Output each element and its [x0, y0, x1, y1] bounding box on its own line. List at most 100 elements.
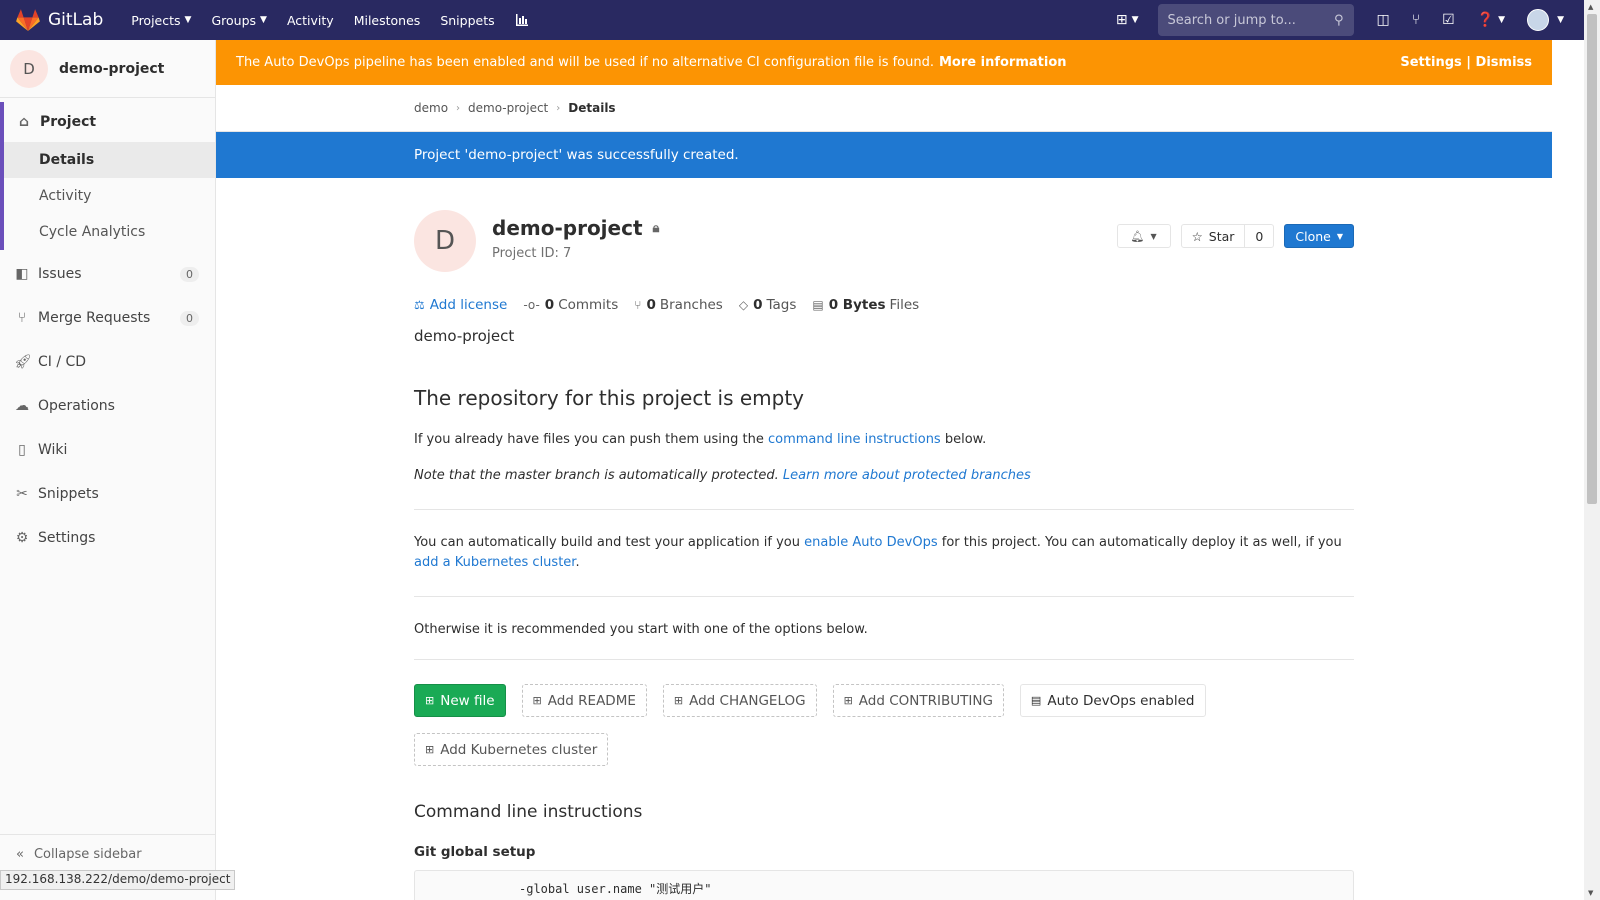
add-readme-button[interactable]: ⊞ Add README — [521, 684, 647, 717]
chevron-right-icon: › — [456, 102, 461, 114]
push-text-1: If you already have files you can push t… — [414, 432, 764, 447]
sidebar-subitem-activity[interactable]: Activity — [4, 178, 215, 214]
auto-devops-label: Auto DevOps enabled — [1047, 692, 1195, 709]
scroll-up-arrow-icon[interactable]: ▲ — [1588, 3, 1593, 11]
project-title: demo-project 🔒︎ — [492, 216, 659, 240]
project-actions: 🔔︎ ▼ ☆ Star 0 Clone ▼ — [1116, 224, 1354, 248]
sidebar-item-merge-requests[interactable]: ⑂ Merge Requests 0 — [0, 296, 215, 340]
sidebar-project-name: demo-project — [59, 60, 165, 77]
protected-branches-link[interactable]: Learn more about protected branches — [783, 468, 1031, 483]
commit-icon: -o- — [523, 298, 540, 312]
tag-icon: ◇ — [738, 298, 749, 312]
breadcrumb-current[interactable]: Details — [568, 101, 615, 115]
sidebar-item-wiki[interactable]: ▯ Wiki — [0, 428, 215, 472]
plus-square-icon: ⊞ — [1115, 12, 1128, 28]
add-contributing-label: Add CONTRIBUTING — [858, 692, 993, 709]
sidebar-item-label: Issues — [38, 266, 82, 282]
more-information-link[interactable]: More information — [939, 55, 1067, 70]
page-scrollbar[interactable]: ▲ ▼ — [1584, 0, 1600, 900]
book-icon: ▯ — [18, 442, 26, 458]
chevron-down-icon: ▼ — [1131, 15, 1139, 25]
nav-activity[interactable]: Activity — [287, 13, 334, 28]
help-dropdown-button[interactable]: ❓ ▼ — [1477, 12, 1505, 28]
avatar — [1527, 9, 1550, 31]
add-changelog-button[interactable]: ⊞ Add CHANGELOG — [662, 684, 817, 717]
add-readme-label: Add README — [547, 692, 636, 709]
brand-name: GitLab — [48, 10, 104, 30]
merge-requests-nav-button[interactable]: ⑂ — [1412, 12, 1420, 28]
project-header: D demo-project 🔒︎ Project ID: 7 🔔︎ ▼ ☆ S… — [414, 210, 1354, 290]
file-icon: ▤ — [1030, 694, 1042, 707]
breadcrumb-item-demo[interactable]: demo — [414, 101, 448, 115]
tags-count: 0 — [753, 297, 763, 313]
nav-snippets[interactable]: Snippets — [440, 13, 494, 28]
commits-stat[interactable]: -o- 0 Commits — [523, 297, 618, 313]
project-name: demo-project — [492, 216, 643, 240]
plus-square-icon: ⊞ — [673, 694, 684, 707]
user-menu-button[interactable]: ▼ — [1527, 9, 1564, 31]
alert-actions[interactable]: Settings | Dismiss — [1400, 55, 1532, 70]
add-license-link[interactable]: ⚖ Add license — [414, 297, 507, 313]
protected-branch-note: Note that the master branch is automatic… — [414, 466, 1354, 486]
scroll-thumb[interactable] — [1587, 14, 1597, 504]
issues-nav-button[interactable]: ◫ — [1377, 12, 1390, 28]
nav-admin[interactable] — [515, 13, 529, 27]
tags-stat[interactable]: ◇ 0 Tags — [739, 297, 797, 313]
sidebar-item-label: Project — [40, 114, 97, 130]
add-kubernetes-cluster-link[interactable]: add a Kubernetes cluster — [414, 555, 575, 570]
sidebar-item-label: CI / CD — [38, 354, 87, 370]
collapse-sidebar-button[interactable]: « Collapse sidebar — [0, 834, 215, 874]
sidebar-item-operations[interactable]: ☁ Operations — [0, 384, 215, 428]
chevron-down-icon: ▼ — [1150, 231, 1157, 241]
devops-text-1: You can automatically build and test you… — [414, 535, 800, 550]
divider — [414, 509, 1354, 510]
options-text: Otherwise it is recommended you start wi… — [414, 622, 868, 637]
star-button[interactable]: ☆ Star — [1180, 224, 1246, 248]
scroll-down-arrow-icon[interactable]: ▼ — [1588, 889, 1593, 897]
sidebar-item-project[interactable]: ⌂ Project — [4, 102, 215, 142]
breadcrumb: demo › demo-project › Details — [216, 85, 1552, 132]
sidebar-item-ci-cd[interactable]: 🚀︎ CI / CD — [0, 340, 215, 384]
sidebar-project-header[interactable]: D demo-project — [0, 40, 215, 98]
scissors-icon: ✂ — [16, 486, 28, 502]
sidebar-item-issues[interactable]: ◧ Issues 0 — [0, 252, 215, 296]
files-stat[interactable]: ▤ 0 Bytes Files — [812, 297, 919, 313]
nav-milestones[interactable]: Milestones — [354, 13, 421, 28]
rocket-icon: 🚀︎ — [14, 354, 32, 370]
new-file-button[interactable]: ⊞ New file — [414, 684, 506, 717]
devops-text-3: . — [575, 555, 580, 570]
branches-stat[interactable]: ⑂ 0 Branches — [634, 297, 723, 313]
chevron-down-icon: ▼ — [260, 15, 267, 25]
check-square-icon: ☑ — [1442, 12, 1455, 28]
chevron-down-icon: ▼ — [184, 15, 192, 25]
notification-dropdown-button[interactable]: 🔔︎ ▼ — [1116, 224, 1171, 248]
plus-square-icon: ⊞ — [425, 694, 435, 707]
todos-nav-button[interactable]: ☑ — [1442, 12, 1455, 28]
git-setup-code-block[interactable]: -global user.name "测试用户" — [414, 870, 1354, 900]
search-input[interactable]: Search or jump to... ⚲ — [1157, 4, 1354, 36]
chevron-right-icon: › — [556, 102, 561, 114]
gitlab-home-link[interactable]: GitLab — [16, 9, 103, 31]
project-sidebar: D demo-project ⌂ Project Details Activit… — [0, 40, 216, 900]
nav-projects[interactable]: Projects ▼ — [131, 13, 191, 28]
sidebar-subitem-details[interactable]: Details — [4, 142, 215, 178]
chevron-down-icon: ▼ — [1498, 15, 1506, 25]
enable-auto-devops-link[interactable]: enable Auto DevOps — [804, 535, 937, 550]
divider — [414, 659, 1354, 660]
nav-groups[interactable]: Groups ▼ — [211, 13, 267, 28]
breadcrumb-item-demo-project[interactable]: demo-project — [468, 101, 548, 115]
sidebar-item-settings[interactable]: ⚙ Settings — [0, 516, 215, 560]
new-dropdown-button[interactable]: ⊞ ▼ — [1116, 12, 1139, 28]
auto-devops-alert: The Auto DevOps pipeline has been enable… — [216, 40, 1552, 85]
star-count[interactable]: 0 — [1245, 224, 1275, 248]
auto-devops-enabled-button[interactable]: ▤ Auto DevOps enabled — [1019, 684, 1206, 717]
command-line-instructions-link[interactable]: command line instructions — [768, 432, 941, 447]
add-license-label: Add license — [429, 297, 508, 313]
add-changelog-label: Add CHANGELOG — [689, 692, 806, 709]
add-kubernetes-cluster-button[interactable]: ⊞ Add Kubernetes cluster — [414, 733, 609, 766]
clone-dropdown-button[interactable]: Clone ▼ — [1284, 224, 1354, 248]
sidebar-item-snippets[interactable]: ✂ Snippets — [0, 472, 215, 516]
scale-icon: ⚖ — [414, 298, 425, 312]
add-contributing-button[interactable]: ⊞ Add CONTRIBUTING — [832, 684, 1004, 717]
sidebar-subitem-cycle-analytics[interactable]: Cycle Analytics — [4, 214, 215, 250]
